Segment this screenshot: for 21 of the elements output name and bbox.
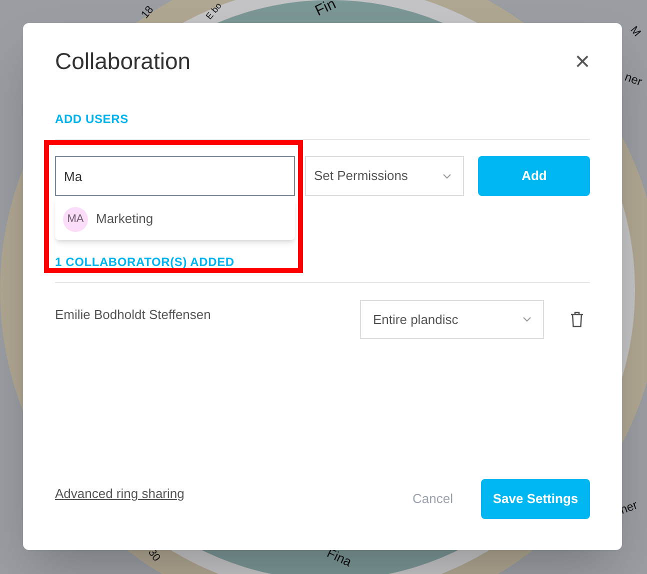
permission-select[interactable]: Set Permissions xyxy=(305,156,464,196)
section-heading: ADD USERS xyxy=(55,112,128,126)
ring-label: E bo xyxy=(204,0,224,22)
advanced-sharing-link[interactable]: Advanced ring sharing xyxy=(55,484,184,504)
avatar-initials: MA xyxy=(63,206,88,232)
section-heading: 1 COLLABORATOR(S) ADDED xyxy=(55,255,234,269)
trash-icon[interactable] xyxy=(570,311,584,328)
ring-label: ner xyxy=(622,70,644,89)
suggestion-item[interactable]: MA Marketing xyxy=(55,198,295,240)
dialog-title: Collaboration xyxy=(55,46,191,76)
suggestion-label: Marketing xyxy=(96,210,154,228)
close-button[interactable]: × xyxy=(574,48,590,74)
ring-label: 18 xyxy=(139,4,156,21)
ring-label: M xyxy=(628,24,643,39)
chevron-down-icon xyxy=(443,174,452,178)
collaborator-name: Emilie Bodholdt Steffensen xyxy=(55,306,211,324)
chevron-down-icon xyxy=(523,317,531,322)
search-field[interactable]: Ma xyxy=(55,156,295,196)
ring-label: Fin xyxy=(312,0,339,20)
permission-select[interactable]: Entire plandisc xyxy=(360,300,544,339)
ring-label: Fina xyxy=(324,545,354,570)
